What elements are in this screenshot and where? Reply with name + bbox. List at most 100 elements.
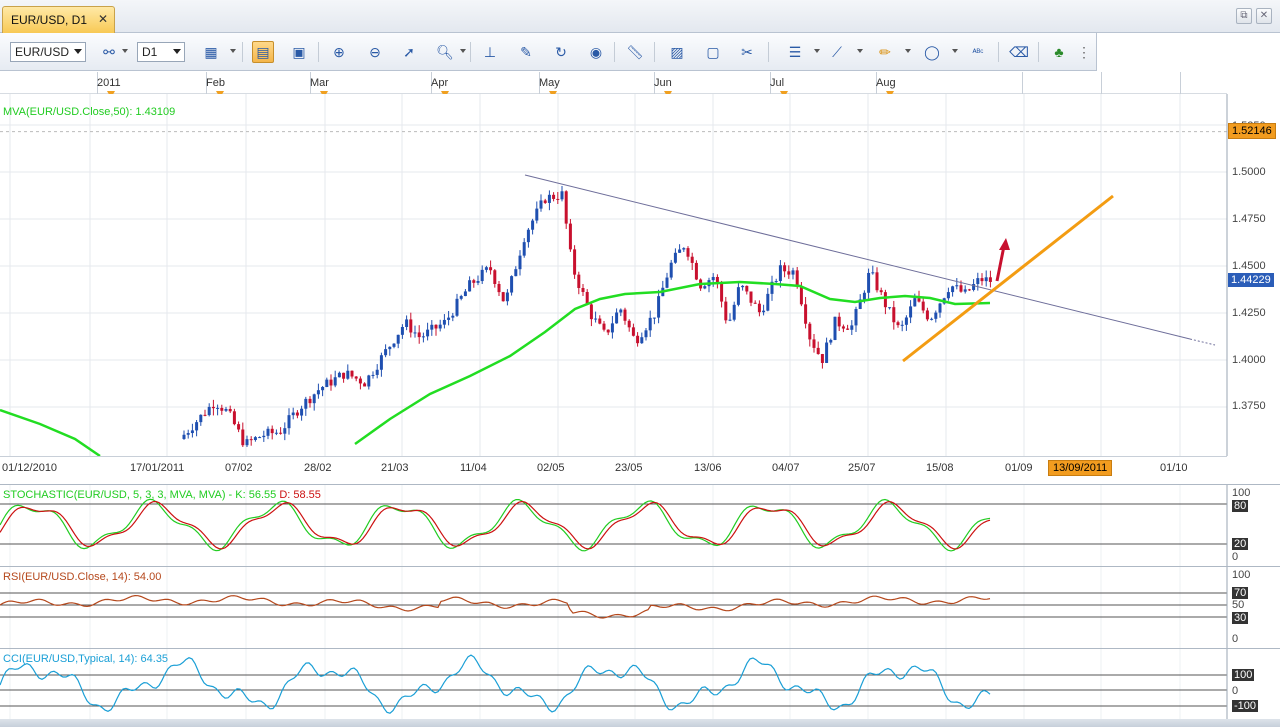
candle-body <box>321 386 325 391</box>
toolbar-separator <box>654 42 655 62</box>
candle-body <box>480 269 484 282</box>
link-icon[interactable]: ⚯ <box>98 41 120 63</box>
candle-body <box>745 285 749 292</box>
chevron-down-icon[interactable] <box>952 49 958 53</box>
chart-type-icon[interactable]: ▦ <box>200 41 222 63</box>
date-label: 04/07 <box>772 462 800 474</box>
candle-body <box>783 265 787 272</box>
month-label: Mar <box>310 77 329 89</box>
candle-body <box>720 282 724 302</box>
candle-body <box>892 307 896 323</box>
breakout-arrow-head <box>999 238 1010 250</box>
ellipse-icon[interactable]: ◯ <box>921 41 943 63</box>
refresh-icon[interactable]: ↻ <box>550 41 572 63</box>
moving-average-line <box>354 280 991 446</box>
cci-pane[interactable]: CCI(EUR/USD,Typical, 14): 64.35 100 0 -1… <box>0 648 1280 720</box>
chevron-down-icon[interactable] <box>857 49 863 53</box>
chevron-down-icon[interactable] <box>122 49 128 53</box>
price-level: 1.4750 <box>1232 213 1266 225</box>
chart-toolbar: EUR/USD ⚯ D1 ▦ ▤ ▣ ⊕ ⊖ ➚ 🔍︎ ⊥ ✎ ↻ ◉ 📏︎ ▨… <box>0 33 1097 71</box>
candle-body <box>241 429 245 446</box>
cursor-icon[interactable]: ➚ <box>398 41 420 63</box>
candle-body <box>799 285 803 305</box>
candle-body <box>711 276 715 281</box>
candle-body <box>820 354 824 363</box>
candle-body <box>459 296 463 299</box>
candle-body <box>657 296 661 318</box>
candle-body <box>787 271 791 275</box>
zoom-out-icon[interactable]: ⊖ <box>364 41 386 63</box>
chevron-down-icon[interactable] <box>905 49 911 53</box>
candle-body <box>703 286 707 289</box>
levels-icon[interactable]: ♣ <box>1048 41 1070 63</box>
candle-body <box>426 329 430 337</box>
stoch-level: 20 <box>1232 538 1249 550</box>
zoom-in-icon[interactable]: ⊕ <box>328 41 350 63</box>
candle-body <box>980 278 984 282</box>
candle-body <box>678 249 682 253</box>
month-tick <box>1022 72 1023 94</box>
date-label: 01/10 <box>1160 462 1188 474</box>
high-price-badge: 1.52146 <box>1228 123 1276 139</box>
candle-body <box>207 406 211 416</box>
indicators-icon[interactable]: ☰ <box>784 41 806 63</box>
candle-body <box>417 332 421 338</box>
candle-body <box>615 312 619 324</box>
tab-close-icon[interactable]: ✕ <box>98 12 108 26</box>
candle-body <box>862 292 866 300</box>
candle-body <box>833 316 837 340</box>
candle-body <box>665 277 669 288</box>
symbol-select[interactable]: EUR/USD <box>10 42 86 62</box>
chevron-down-icon[interactable] <box>814 49 820 53</box>
date-label: 25/07 <box>848 462 876 474</box>
edit-icon[interactable]: ✎ <box>515 41 537 63</box>
text-icon[interactable]: ᴬᴮᶜ <box>967 41 989 63</box>
candle-body <box>224 408 228 411</box>
candle-body <box>925 310 929 320</box>
pen-icon[interactable]: ✏ <box>874 41 896 63</box>
candle-body <box>245 439 249 446</box>
candle-body <box>766 293 770 311</box>
toolbar-overflow-icon[interactable]: ⋮ <box>1077 41 1091 63</box>
candle-body <box>757 303 761 313</box>
candle-body <box>644 330 648 338</box>
rsi-pane[interactable]: RSI(EUR/USD.Close, 14): 54.00 100 70 50 … <box>0 566 1280 649</box>
eraser-icon[interactable]: ⌫ <box>1008 41 1030 63</box>
candle-body <box>686 248 690 257</box>
picture-icon[interactable]: ▨ <box>666 41 688 63</box>
trendline-icon[interactable]: ⟋ <box>826 41 848 63</box>
chevron-down-icon[interactable] <box>460 49 466 53</box>
status-strip <box>0 719 1280 727</box>
candle-body <box>736 287 740 305</box>
candle-body <box>518 255 522 270</box>
candle-body <box>237 424 241 430</box>
timeframe-select[interactable]: D1 <box>137 42 185 62</box>
candle-body <box>283 428 287 434</box>
candle-body <box>623 309 627 321</box>
date-label: 11/04 <box>460 462 487 474</box>
month-label: Apr <box>431 77 449 89</box>
candle-body <box>552 194 556 199</box>
candle-body <box>984 277 988 282</box>
candle-body <box>728 319 732 321</box>
close-window-icon[interactable]: ✕ <box>1256 8 1272 24</box>
candle-body <box>594 318 598 320</box>
template-icon[interactable]: ▣ <box>288 41 310 63</box>
restore-window-icon[interactable]: ⧉ <box>1236 8 1252 24</box>
candle-view-icon[interactable]: ▤ <box>252 41 274 63</box>
price-chart-pane[interactable]: MVA(EUR/USD.Close,50): 1.43109 1.5250 1.… <box>0 94 1280 456</box>
magnifier-icon[interactable]: 🔍︎ <box>434 41 456 63</box>
candle-body <box>573 249 577 275</box>
window-icon[interactable]: ▢ <box>702 41 724 63</box>
ruler-icon[interactable]: 📏︎ <box>624 41 646 63</box>
chevron-down-icon[interactable] <box>230 49 236 53</box>
candle-body <box>547 194 551 203</box>
candle-body <box>598 318 602 324</box>
tools-icon[interactable]: ✂ <box>736 41 758 63</box>
vertical-line-icon[interactable]: ⊥ <box>479 41 501 63</box>
stochastic-pane[interactable]: STOCHASTIC(EUR/USD, 5, 3, 3, MVA, MVA) -… <box>0 484 1280 567</box>
candle-body <box>841 326 845 329</box>
chart-tab-eurusd[interactable]: EUR/USD, D1 ✕ <box>2 6 115 33</box>
price-level: 1.4500 <box>1232 260 1266 272</box>
globe-icon[interactable]: ◉ <box>585 41 607 63</box>
